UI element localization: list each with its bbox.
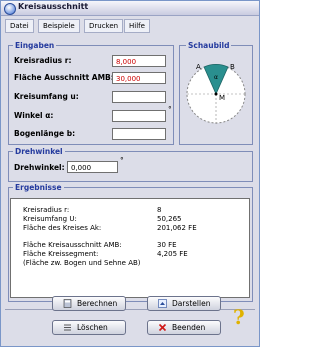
- eingaben-group: Eingaben Kreisradius r: 8,000 Fläche Aus…: [8, 41, 174, 145]
- help-icon[interactable]: ?: [233, 305, 245, 329]
- winkel-label: Winkel α:: [14, 111, 54, 120]
- close-icon: [158, 323, 167, 332]
- calculator-icon: [63, 299, 72, 308]
- result-value: 50,265: [157, 215, 182, 223]
- berechnen-button[interactable]: Berechnen: [52, 296, 126, 311]
- center-point: [214, 92, 218, 96]
- result-value: 201,062 FE: [157, 224, 197, 232]
- result-label: Fläche Kreisausschnitt AMB:: [23, 241, 122, 249]
- result-label: Fläche Kreissegment:: [23, 250, 99, 258]
- winkel-unit: °: [168, 105, 172, 114]
- angle-alpha-label: α: [214, 74, 218, 81]
- eingaben-legend: Eingaben: [13, 41, 57, 50]
- result-label: Fläche des Kreises Ak:: [23, 224, 102, 232]
- point-a-label: A: [196, 63, 201, 71]
- beenden-label: Beenden: [172, 323, 206, 332]
- result-value: 4,205 FE: [157, 250, 188, 258]
- ergebnisse-legend: Ergebnisse: [13, 183, 64, 192]
- results-panel: Kreisradius r: 8 Kreisumfang U: 50,265 F…: [10, 198, 250, 298]
- clear-icon: [64, 324, 71, 331]
- drehwinkel-label: Drehwinkel:: [14, 163, 65, 172]
- drehwinkel-unit: °: [120, 156, 124, 165]
- loeschen-button[interactable]: Löschen: [52, 320, 126, 335]
- point-b-label: B: [230, 63, 235, 71]
- menu-datei[interactable]: Datei: [5, 19, 34, 33]
- result-value: 8: [157, 206, 162, 214]
- loeschen-label: Löschen: [77, 323, 108, 332]
- darstellen-button[interactable]: Darstellen: [147, 296, 221, 311]
- radius-input[interactable]: 8,000: [112, 55, 166, 67]
- title-bar[interactable]: Kreisausschnitt: [1, 1, 259, 16]
- bogen-label: Bogenlänge b:: [14, 129, 76, 138]
- circle-diagram: A B M α: [186, 63, 246, 124]
- result-value: 30 FE: [157, 241, 177, 249]
- drehwinkel-input[interactable]: 0,000: [67, 161, 118, 173]
- result-label: Kreisradius r:: [23, 206, 70, 214]
- bogen-input[interactable]: [112, 128, 166, 140]
- app-icon: [4, 3, 16, 15]
- umfang-input[interactable]: [112, 91, 166, 103]
- schaubild-group: Schaubild A B M α: [179, 41, 253, 145]
- menu-hilfe[interactable]: Hilfe: [124, 19, 150, 33]
- umfang-label: Kreisumfang u:: [14, 92, 79, 101]
- winkel-input[interactable]: [112, 110, 166, 122]
- drehwinkel-legend: Drehwinkel: [13, 147, 65, 156]
- flaeche-input[interactable]: 30,000: [112, 72, 166, 84]
- menu-drucken[interactable]: Drucken: [84, 19, 124, 33]
- drehwinkel-group: Drehwinkel Drehwinkel: 0,000 °: [8, 147, 253, 182]
- result-label: Kreisumfang U:: [23, 215, 77, 223]
- menu-beispiele[interactable]: Beispiele: [38, 19, 80, 33]
- darstellen-label: Darstellen: [172, 299, 211, 308]
- result-label: (Fläche zw. Bogen und Sehne AB): [23, 259, 141, 267]
- radius-label: Kreisradius r:: [14, 56, 72, 65]
- app-window: Kreisausschnitt Datei Beispiele Drucken …: [0, 0, 260, 347]
- flaeche-label: Fläche Ausschnitt AMB:: [14, 73, 114, 82]
- berechnen-label: Berechnen: [77, 299, 118, 308]
- chart-icon: [158, 299, 167, 308]
- window-title: Kreisausschnitt: [18, 2, 89, 11]
- center-m-label: M: [219, 94, 225, 102]
- beenden-button[interactable]: Beenden: [147, 320, 221, 335]
